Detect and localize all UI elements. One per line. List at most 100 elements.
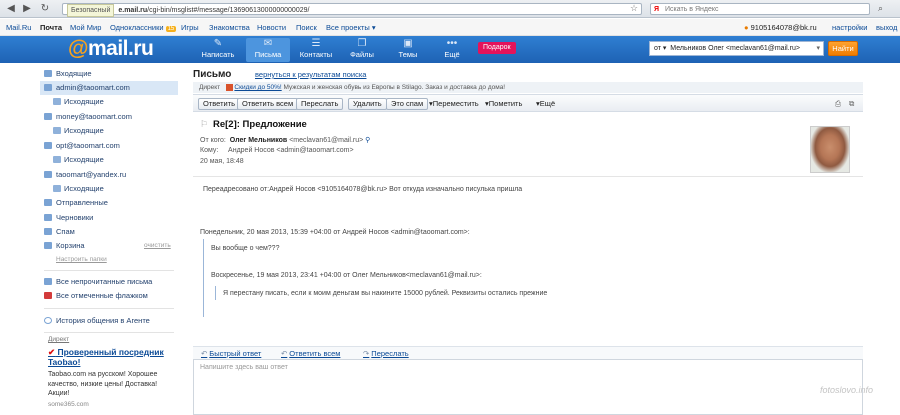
files-button[interactable]: ❐ Файлы — [340, 38, 384, 62]
folder-admin-outgoing[interactable]: Исходящие — [40, 95, 178, 109]
quick-reply-link[interactable]: ↶ Быстрый ответ — [201, 349, 261, 358]
mailru-logo[interactable]: @mail.ru — [68, 37, 154, 61]
folder-inbox[interactable]: Входящие — [40, 67, 178, 81]
portal-link-dating[interactable]: Знакомства — [209, 23, 250, 32]
delete-button[interactable]: Удалить — [348, 98, 387, 110]
page-title: Письмо — [193, 69, 232, 80]
user-email[interactable]: ● 9105164078@bk.ru — [744, 23, 817, 32]
folder-label: Корзина — [56, 241, 85, 250]
compose-button[interactable]: ✎ Написать — [196, 38, 240, 62]
message-toolbar: Ответить Ответить всем Переслать Удалить… — [193, 94, 863, 112]
all-unread-link[interactable]: Все непрочитанные письма — [40, 275, 178, 289]
direct-link[interactable]: Скидки до 50%! — [234, 84, 281, 91]
forward-link[interactable]: ↷ Переслать — [363, 349, 409, 358]
reload-icon[interactable]: ↻ — [38, 2, 52, 16]
portal-link-mymir[interactable]: Мой Мир — [70, 23, 101, 32]
forward-button[interactable]: Переслать — [296, 98, 344, 110]
trash-icon — [44, 242, 52, 249]
divider — [44, 332, 174, 333]
ad-header[interactable]: Директ — [48, 336, 69, 343]
letters-button[interactable]: ✉ Письма — [246, 38, 290, 62]
gift-button[interactable]: Подарок — [478, 42, 516, 54]
url-host: e.mail.ru — [118, 7, 148, 14]
pencil-icon: ✎ — [213, 38, 223, 49]
flag-icon[interactable]: ⚐ — [200, 119, 208, 130]
quick-reply-bar: ↶ Быстрый ответ ↶ Ответить всем ↷ Переслать — [193, 346, 863, 359]
folder-admin[interactable]: admin@taoomart.com — [40, 81, 178, 95]
folder-label: taoomart@yandex.ru — [56, 170, 127, 179]
to-value[interactable]: Андрей Носов <admin@taoomart.com> — [228, 147, 353, 154]
folder-label: Черновики — [56, 213, 94, 222]
folder-label: Исходящие — [64, 97, 104, 106]
message-subject: Re[2]: Предложение — [213, 119, 307, 130]
portal-link-mail[interactable]: Почта — [40, 23, 62, 32]
search-go-icon[interactable]: ⌕ — [878, 3, 883, 14]
more-dropdown[interactable]: ▾Ещё — [536, 99, 555, 108]
spam-button[interactable]: Это спам — [386, 98, 429, 110]
configure-folders-link[interactable]: Настроить папки — [56, 256, 107, 263]
logout-link[interactable]: выход — [876, 23, 897, 32]
ad-text[interactable]: Taobao.com на русском! Хорошее качество,… — [48, 370, 176, 399]
agent-history-link[interactable]: История общения в Агенте — [40, 314, 178, 328]
reply-all-button[interactable]: Ответить всем — [237, 98, 299, 110]
portal-link-all-projects[interactable]: Все проекты ▾ — [326, 23, 376, 32]
envelope-icon: ✉ — [263, 38, 273, 49]
contacts-label: Контакты — [299, 50, 333, 59]
clear-trash-link[interactable]: очистить — [144, 239, 171, 253]
reply-all-label: Ответить всем — [289, 349, 341, 358]
folder-trash[interactable]: Корзина очистить — [40, 239, 178, 253]
back-to-results-link[interactable]: вернуться к результатам поиска — [255, 70, 366, 79]
ad-domain[interactable]: some365.com — [48, 401, 89, 408]
folder-opt[interactable]: opt@taoomart.com — [40, 139, 178, 153]
folder-money-outgoing[interactable]: Исходящие — [40, 124, 178, 138]
folder-yandex-outgoing[interactable]: Исходящие — [40, 182, 178, 196]
open-window-icon[interactable]: ⧉ — [849, 99, 854, 109]
more-button[interactable]: ••• Ещё — [430, 38, 474, 62]
portal-link-mailru[interactable]: Mail.Ru — [6, 23, 31, 32]
ok-label: Одноклассники — [110, 23, 164, 32]
move-dropdown[interactable]: ▾Переместить — [429, 99, 479, 108]
from-name[interactable]: Олег Мельников — [230, 137, 287, 144]
folder-opt-outgoing[interactable]: Исходящие — [40, 153, 178, 167]
portal-link-games[interactable]: Игры — [181, 23, 199, 32]
quick-reply-label: Быстрый ответ — [209, 349, 262, 358]
mark-dropdown[interactable]: ▾Пометить — [485, 99, 522, 108]
folder-spam[interactable]: Спам — [40, 225, 178, 239]
folder-icon — [44, 171, 52, 178]
reply-all-link[interactable]: ↶ Ответить всем — [281, 349, 340, 358]
reply-textarea[interactable]: Напишите здесь ваш ответ — [193, 359, 863, 415]
ad-title[interactable]: ✔ Проверенный посредник Taobao! — [48, 347, 176, 367]
inbox-icon — [44, 70, 52, 77]
portal-link-search[interactable]: Поиск — [296, 23, 317, 32]
magnifier-icon[interactable]: ⚲ — [365, 137, 370, 144]
find-button[interactable]: Найти — [828, 41, 858, 56]
themes-button[interactable]: ▣ Темы — [386, 38, 430, 62]
folder-drafts[interactable]: Черновики — [40, 211, 178, 225]
folder-yandex[interactable]: taoomart@yandex.ru — [40, 168, 178, 182]
search-input[interactable]: Я Искать в Яндекс — [650, 3, 870, 15]
back-arrow-icon[interactable]: ◀ — [4, 2, 18, 16]
folder-money[interactable]: money@taoomart.com — [40, 110, 178, 124]
contacts-button[interactable]: ☰ Контакты — [294, 38, 338, 62]
portal-link-ok[interactable]: Одноклассники 15 — [110, 23, 177, 32]
folder-sent[interactable]: Отправленные — [40, 196, 178, 210]
direct-ad-bar[interactable]: Директ Скидки до 50%! Мужская и женская … — [193, 82, 863, 93]
settings-link[interactable]: настройки — [832, 23, 868, 32]
from-email[interactable]: <meclavan61@mail.ru> — [289, 137, 363, 144]
star-icon[interactable]: ☆ — [630, 3, 638, 14]
folder-label: Исходящие — [64, 155, 104, 164]
message-view: Письмо вернуться к результатам поиска Ди… — [193, 64, 863, 415]
watermark: fotoslovo.info — [820, 385, 874, 395]
all-unread-label: Все непрочитанные письма — [56, 277, 153, 286]
user-email-text: 9105164078@bk.ru — [750, 23, 817, 32]
print-icon[interactable]: ⎙ — [835, 99, 841, 109]
forward-arrow-icon[interactable]: ▶ — [20, 2, 34, 16]
all-flagged-link[interactable]: Все отмеченные флажком — [40, 289, 178, 303]
reply-button[interactable]: Ответить — [198, 98, 241, 110]
search-from-select[interactable]: от ▾ Мельников Олег <meclavan61@mail.ru>… — [649, 41, 824, 56]
themes-icon: ▣ — [403, 38, 413, 49]
sender-avatar[interactable] — [810, 126, 850, 173]
address-bar[interactable]: Безопасный e.mail.ru/cgi-bin/msglist#/mes… — [62, 3, 642, 17]
mail-header: @mail.ru ✎ Написать ✉ Письма ☰ Контакты ❐ Фа… — [0, 36, 900, 63]
portal-link-news[interactable]: Новости — [257, 23, 286, 32]
